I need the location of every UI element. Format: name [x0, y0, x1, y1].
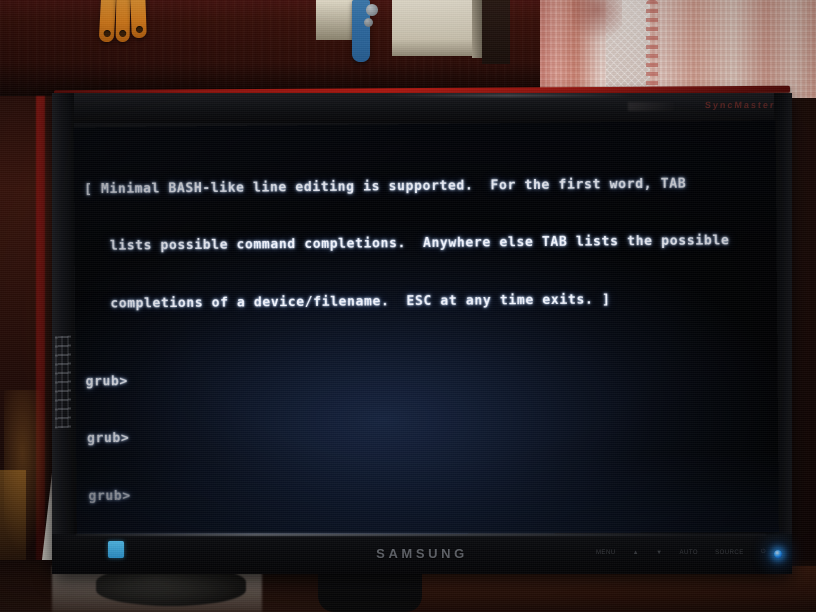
grub-prompt-line: grub> [86, 431, 130, 447]
monitor-screen[interactable]: [ Minimal BASH-like line editing is supp… [73, 120, 779, 537]
grub-prompt-line: grub> [88, 489, 131, 505]
syncmaster-logo: SyncMaster [705, 100, 777, 110]
bezel-highlight [382, 94, 632, 97]
clip-hole [135, 25, 143, 34]
curtain-motif-shadow [572, 0, 622, 48]
orange-clip-icon [115, 0, 131, 43]
osd-button-row[interactable]: MENU ▲ ▼ AUTO SOURCE ⏻ [596, 549, 766, 556]
power-button-icon[interactable]: ⏻ [761, 549, 766, 556]
osd-button-down[interactable]: ▼ [656, 550, 662, 556]
monitor-top-bezel [52, 93, 792, 123]
power-led-icon [774, 550, 782, 558]
osd-button-source[interactable]: SOURCE [715, 550, 744, 556]
clip-hole [103, 29, 111, 38]
monitor-left-bezel [52, 93, 74, 574]
tool-knob-small [364, 18, 373, 27]
grub-banner-line-3: completions of a device/filename. ESC at… [84, 292, 611, 313]
ventilation-grille [55, 335, 71, 429]
osd-button-auto[interactable]: AUTO [680, 550, 699, 556]
photo-scene: SyncMaster [ Minimal BASH-like line edit… [0, 0, 816, 612]
panel-gap-shadow [482, 0, 510, 64]
panel-edge [472, 0, 482, 58]
clip-hole [119, 29, 127, 38]
grub-banner-line-1: [ Minimal BASH-like line editing is supp… [84, 176, 687, 197]
orange-clip-icon [98, 0, 117, 43]
grub-banner-line-2: lists possible command completions. Anyw… [84, 233, 730, 255]
grub-prompt-line: grub> [85, 373, 128, 390]
grub-terminal[interactable]: [ Minimal BASH-like line editing is supp… [74, 121, 779, 537]
osd-button-up[interactable]: ▲ [633, 550, 639, 556]
osd-button-menu[interactable]: MENU [596, 550, 616, 556]
tool-knob [366, 4, 378, 16]
orange-clip-icon [130, 0, 147, 39]
bezel-smudge [628, 102, 674, 111]
blue-sticker [108, 541, 124, 558]
samsung-monitor: SyncMaster [ Minimal BASH-like line edit… [52, 85, 792, 574]
bezel-chin-highlight [76, 533, 766, 536]
curtain-scallop-trim [646, 0, 658, 98]
